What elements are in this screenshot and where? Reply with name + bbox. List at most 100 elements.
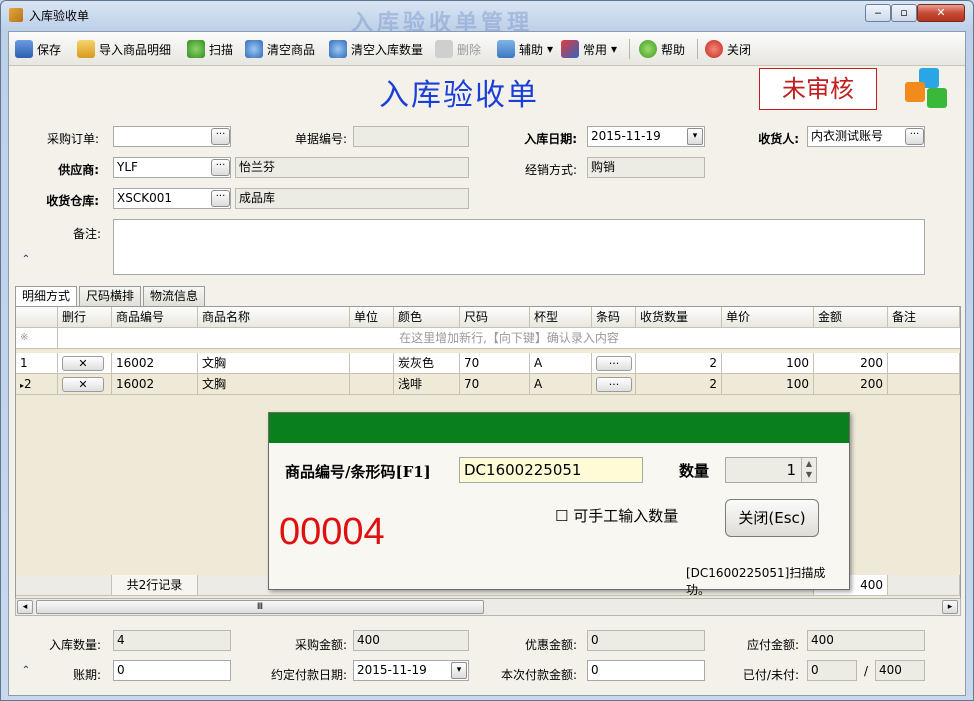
barcode-button[interactable]: ··· bbox=[596, 356, 632, 371]
cell-size[interactable]: 70 bbox=[460, 353, 530, 374]
po-amount-field: 400 bbox=[353, 630, 469, 651]
supplier-label: 供应商: bbox=[58, 163, 99, 177]
maximize-button[interactable]: ▫ bbox=[891, 4, 917, 22]
assist-menu[interactable]: 辅助 ▾ bbox=[497, 38, 553, 60]
table-row[interactable]: 1 ✕ 16002 文胸 炭灰色 70 A ··· 2 100 200 bbox=[16, 353, 960, 374]
scroll-right-icon[interactable]: ▸ bbox=[942, 600, 958, 614]
term-field[interactable]: 0 bbox=[113, 660, 231, 681]
code-label: 商品编号/条形码[F1] bbox=[285, 463, 431, 481]
paid-field: 0 bbox=[807, 660, 857, 681]
title-bar[interactable]: 入库验收单 入库验收单管理 ‒ ▫ ✕ bbox=[1, 1, 973, 36]
cell-price[interactable]: 100 bbox=[722, 374, 814, 395]
this-pay-field[interactable]: 0 bbox=[587, 660, 705, 681]
cell-remark[interactable] bbox=[888, 374, 960, 395]
table-row[interactable]: ▸2 ✕ 16002 文胸 浅啡 70 A ··· 2 100 200 bbox=[16, 374, 960, 395]
receiver-picker-button[interactable]: ··· bbox=[905, 128, 924, 145]
qty-stepper[interactable]: ▲ ▼ bbox=[801, 458, 816, 482]
cell-cup[interactable]: A bbox=[530, 374, 592, 395]
cell-size[interactable]: 70 bbox=[460, 374, 530, 395]
discount-field: 0 bbox=[587, 630, 705, 651]
col-code[interactable]: 商品编号 bbox=[112, 307, 198, 328]
dialog-close-button[interactable]: 关闭(Esc) bbox=[725, 499, 819, 537]
cell-code[interactable]: 16002 bbox=[112, 374, 198, 395]
chevron-down-icon: ▾ bbox=[611, 42, 618, 56]
cell-qty[interactable]: 2 bbox=[636, 374, 722, 395]
col-delete[interactable]: 删行 bbox=[58, 307, 112, 328]
window-title: 入库验收单 bbox=[29, 9, 90, 23]
po-picker-button[interactable]: ··· bbox=[211, 128, 230, 145]
col-name[interactable]: 商品名称 bbox=[198, 307, 350, 328]
cell-price[interactable]: 100 bbox=[722, 353, 814, 374]
remark-field[interactable] bbox=[113, 219, 925, 275]
delete-row-button[interactable]: ✕ bbox=[62, 356, 104, 371]
cell-qty[interactable]: 2 bbox=[636, 353, 722, 374]
col-size[interactable]: 尺码 bbox=[460, 307, 530, 328]
clear-goods-button[interactable]: 清空商品 bbox=[245, 38, 315, 60]
delete-label: 删除 bbox=[457, 42, 482, 57]
assist-icon bbox=[497, 40, 515, 58]
cell-code[interactable]: 16002 bbox=[112, 353, 198, 374]
tab-detail[interactable]: 明细方式 bbox=[15, 286, 78, 307]
collapse-icon[interactable]: ⌃ bbox=[17, 251, 35, 269]
scroll-thumb[interactable]: Ⅲ bbox=[36, 600, 484, 614]
cell-unit[interactable] bbox=[350, 353, 394, 374]
minimize-button[interactable]: ‒ bbox=[865, 4, 891, 22]
clear-qty-button[interactable]: 清空入库数量 bbox=[329, 38, 423, 60]
grid-header: 删行 商品编号 商品名称 单位 颜色 尺码 杯型 条码 收货数量 单价 金额 备… bbox=[16, 307, 960, 328]
mode-label: 经销方式: bbox=[524, 163, 577, 177]
col-qty[interactable]: 收货数量 bbox=[636, 307, 722, 328]
warehouse-picker-button[interactable]: ··· bbox=[211, 190, 230, 207]
import-icon bbox=[77, 40, 95, 58]
cell-cup[interactable]: A bbox=[530, 353, 592, 374]
new-row-hint: 在这里增加新行,【向下键】确认录入内容 bbox=[58, 328, 960, 349]
help-button[interactable]: 帮助 bbox=[639, 38, 685, 60]
save-button[interactable]: 保存 bbox=[15, 38, 61, 60]
cell-color[interactable]: 浅啡 bbox=[394, 374, 460, 395]
help-label: 帮助 bbox=[661, 42, 686, 57]
close-window-button[interactable]: ✕ bbox=[917, 4, 965, 22]
horizontal-scrollbar[interactable]: ◂ Ⅲ ▸ bbox=[15, 598, 961, 616]
scroll-left-icon[interactable]: ◂ bbox=[17, 600, 33, 614]
qty-label: 数量 bbox=[679, 462, 710, 480]
close-icon bbox=[705, 40, 723, 58]
manual-qty-checkbox[interactable]: ☐ 可手工输入数量 bbox=[555, 505, 678, 526]
new-row[interactable]: ※ 在这里增加新行,【向下键】确认录入内容 bbox=[16, 328, 960, 349]
cell-name[interactable]: 文胸 bbox=[198, 353, 350, 374]
tab-size-matrix[interactable]: 尺码横排 bbox=[79, 286, 142, 306]
col-remark[interactable]: 备注 bbox=[888, 307, 960, 328]
common-label: 常用 bbox=[583, 42, 608, 57]
client-area: 保存 导入商品明细 扫描 清空商品 清空入库数量 删除 辅助 ▾ 常用 ▾ 帮助… bbox=[8, 31, 966, 696]
calendar-dropdown-icon[interactable]: ▾ bbox=[451, 662, 467, 679]
col-barcode[interactable]: 条码 bbox=[592, 307, 636, 328]
col-cup[interactable]: 杯型 bbox=[530, 307, 592, 328]
scan-button[interactable]: 扫描 bbox=[187, 38, 233, 60]
cell-color[interactable]: 炭灰色 bbox=[394, 353, 460, 374]
clear-goods-label: 清空商品 bbox=[267, 42, 316, 57]
col-price[interactable]: 单价 bbox=[722, 307, 814, 328]
discount-label: 优惠金额: bbox=[524, 638, 577, 652]
row-number-text: 2 bbox=[24, 377, 32, 391]
status-badge: 未审核 bbox=[759, 68, 877, 110]
common-menu[interactable]: 常用 ▾ bbox=[561, 38, 617, 60]
tab-logistics[interactable]: 物流信息 bbox=[143, 286, 206, 306]
col-color[interactable]: 颜色 bbox=[394, 307, 460, 328]
barcode-input[interactable]: DC1600225051 bbox=[459, 457, 643, 483]
delete-row-button[interactable]: ✕ bbox=[62, 377, 104, 392]
dialog-header bbox=[269, 413, 849, 443]
supplier-picker-button[interactable]: ··· bbox=[211, 159, 230, 176]
docno-field bbox=[353, 126, 469, 147]
toolbar-divider bbox=[697, 39, 698, 59]
col-unit[interactable]: 单位 bbox=[350, 307, 394, 328]
cell-name[interactable]: 文胸 bbox=[198, 374, 350, 395]
barcode-button[interactable]: ··· bbox=[596, 377, 632, 392]
cell-amount: 200 bbox=[814, 353, 888, 374]
close-button[interactable]: 关闭 bbox=[705, 38, 751, 60]
payable-field: 400 bbox=[807, 630, 925, 651]
pay-date-label: 约定付款日期: bbox=[270, 668, 347, 682]
col-amount[interactable]: 金额 bbox=[814, 307, 888, 328]
import-button[interactable]: 导入商品明细 bbox=[77, 38, 171, 60]
cell-unit[interactable] bbox=[350, 374, 394, 395]
delete-button[interactable]: 删除 bbox=[435, 38, 481, 60]
cell-remark[interactable] bbox=[888, 353, 960, 374]
calendar-dropdown-icon[interactable]: ▾ bbox=[687, 128, 703, 145]
